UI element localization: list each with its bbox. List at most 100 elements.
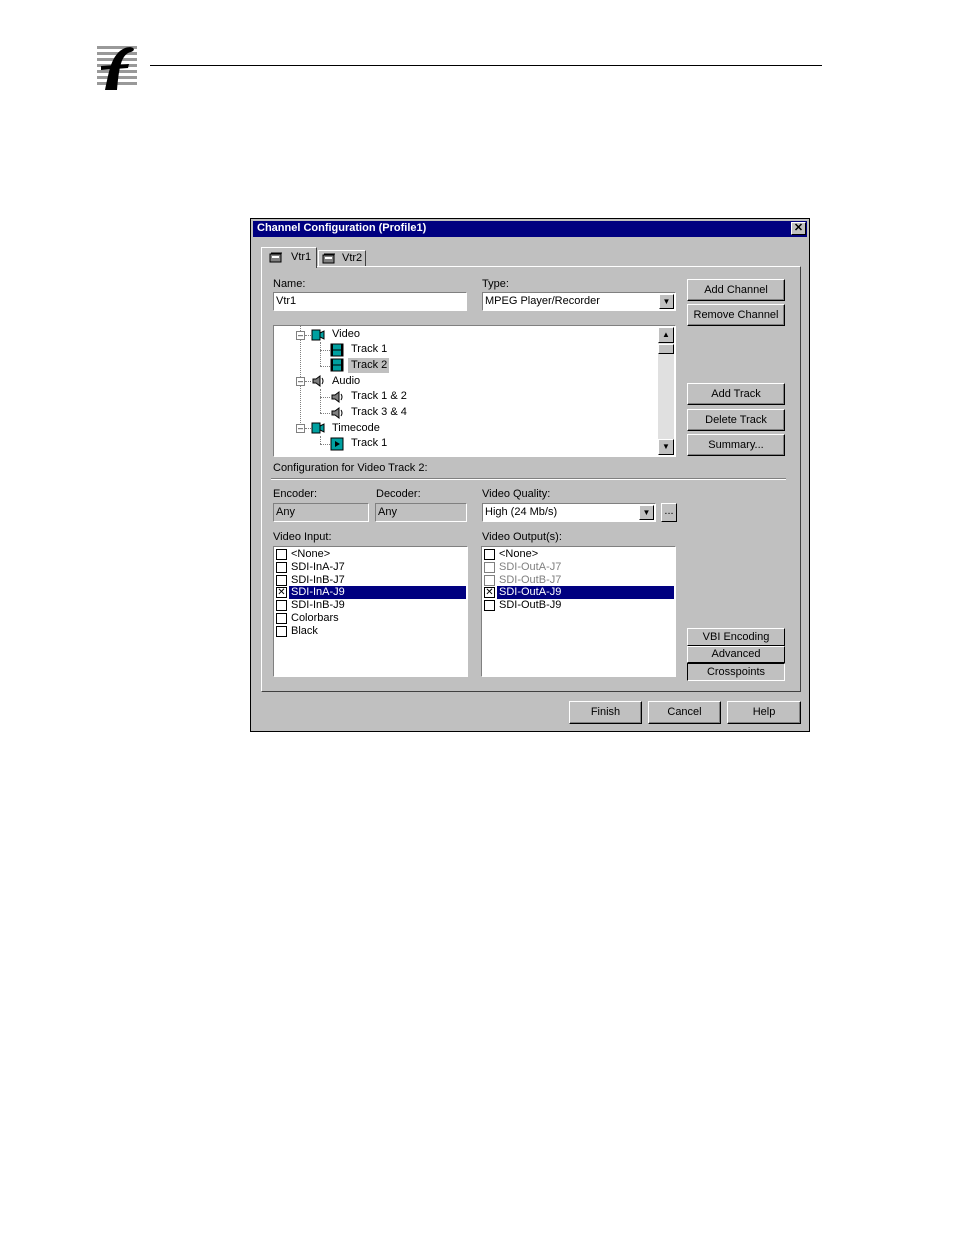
tree-node-video-track-1[interactable]: Track 1 [351, 343, 387, 356]
chevron-down-icon: ▼ [662, 297, 671, 306]
tree-node-audio[interactable]: Audio [332, 375, 360, 388]
chevron-down-icon: ▼ [642, 508, 651, 517]
decoder-field: Any [375, 503, 467, 522]
tree-node-video[interactable]: Video [332, 328, 360, 341]
cancel-label: Cancel [667, 706, 702, 718]
video-input-checkbox-checked[interactable]: ✕ [276, 587, 287, 598]
video-input-item[interactable]: SDI-InA-J7 [291, 561, 345, 574]
video-input-checkbox[interactable] [276, 575, 287, 586]
timecode-icon [311, 421, 325, 440]
type-label: Type: [482, 278, 509, 290]
video-output-item[interactable]: <None> [499, 548, 538, 561]
video-output-checkbox[interactable] [484, 549, 495, 560]
tree-node-timecode-track-1[interactable]: Track 1 [351, 437, 387, 450]
speaker-icon [311, 374, 325, 393]
video-input-checkbox[interactable] [276, 600, 287, 611]
video-output-checkbox-disabled [484, 562, 495, 573]
crosspoints-button[interactable]: Crosspoints [687, 663, 785, 681]
tree-node-audio-track-3-4[interactable]: Track 3 & 4 [351, 406, 407, 419]
tree-collapse-toggle[interactable]: – [296, 424, 305, 433]
add-track-button[interactable]: Add Track [687, 383, 785, 405]
config-heading: Configuration for Video Track 2: [273, 462, 428, 474]
video-output-checkbox-disabled [484, 575, 495, 586]
close-button[interactable]: ✕ [791, 222, 806, 235]
video-input-label: Video Input: [273, 531, 332, 543]
add-track-label: Add Track [711, 388, 761, 400]
quality-more-button[interactable]: ... [661, 503, 677, 522]
tab-vtr2[interactable]: Vtr2 [318, 250, 366, 267]
name-label: Name: [273, 278, 306, 290]
video-input-checkbox[interactable] [276, 562, 287, 573]
dialog-title: Channel Configuration (Profile1) [257, 222, 427, 234]
tree-connector [320, 350, 330, 351]
arrow-down-icon: ▼ [662, 442, 670, 451]
summary-button[interactable]: Summary... [687, 434, 785, 456]
vbi-encoding-button[interactable]: VBI Encoding [687, 628, 785, 646]
tree-node-video-track-2[interactable]: Track 2 [351, 359, 387, 372]
remove-channel-button[interactable]: Remove Channel [687, 304, 785, 326]
advanced-label: Advanced [711, 648, 761, 660]
add-channel-button[interactable]: Add Channel [687, 279, 785, 301]
tree-connector [320, 366, 330, 367]
encoder-label: Encoder: [273, 488, 318, 500]
video-input-item[interactable]: Black [291, 625, 318, 638]
video-output-checkbox[interactable] [484, 600, 495, 611]
add-channel-label: Add Channel [704, 284, 768, 296]
tree-connector [320, 397, 330, 398]
video-output-checkbox-checked[interactable]: ✕ [484, 587, 495, 598]
encoder-field: Any [273, 503, 369, 522]
video-input-checkbox[interactable] [276, 626, 287, 637]
scroll-up-button[interactable]: ▲ [658, 327, 674, 343]
quality-select[interactable]: High (24 Mb/s) ▼ [482, 503, 656, 522]
cancel-button[interactable]: Cancel [648, 701, 721, 724]
timecode-track-icon [330, 437, 344, 456]
quality-label: Video Quality: [482, 488, 551, 500]
video-input-item[interactable]: SDI-InB-J9 [291, 599, 345, 612]
tree-node-timecode[interactable]: Timecode [332, 422, 380, 435]
summary-label: Summary... [708, 439, 764, 451]
decoder-value: Any [378, 506, 397, 518]
type-select[interactable]: MPEG Player/Recorder ▼ [482, 292, 676, 311]
scroll-down-button[interactable]: ▼ [658, 439, 674, 455]
video-input-checkbox[interactable] [276, 549, 287, 560]
close-icon: ✕ [793, 222, 804, 234]
video-input-item[interactable]: Colorbars [291, 612, 339, 625]
advanced-button[interactable]: Advanced [687, 646, 785, 663]
video-input-checkbox[interactable] [276, 613, 287, 624]
decoder-label: Decoder: [376, 488, 421, 500]
header-rule [150, 65, 822, 66]
tab-vtr1[interactable]: Vtr1 [261, 247, 317, 268]
ellipsis-icon: ... [664, 505, 674, 517]
video-input-item-selected[interactable]: SDI-InA-J9 [291, 586, 345, 599]
type-dropdown-button[interactable]: ▼ [659, 294, 674, 309]
name-value: Vtr1 [276, 295, 297, 307]
company-logo [95, 42, 139, 94]
arrow-up-icon: ▲ [662, 330, 670, 339]
tree-scrollbar[interactable]: ▲ ▼ [658, 327, 674, 455]
name-field[interactable]: Vtr1 [273, 292, 467, 311]
delete-track-label: Delete Track [705, 414, 767, 426]
video-input-item[interactable]: <None> [291, 548, 330, 561]
tree-connector [320, 444, 330, 445]
encoder-value: Any [276, 506, 295, 518]
finish-button[interactable]: Finish [569, 701, 642, 724]
tree-collapse-toggle[interactable]: – [296, 377, 305, 386]
tree-collapse-toggle[interactable]: – [296, 331, 305, 340]
tree-connector [320, 413, 330, 414]
crosspoints-label: Crosspoints [706, 666, 766, 678]
video-output-item[interactable]: SDI-OutB-J9 [499, 599, 561, 612]
video-icon [311, 328, 325, 347]
config-separator [271, 478, 786, 480]
quality-dropdown-button[interactable]: ▼ [639, 505, 654, 520]
finish-label: Finish [590, 706, 621, 718]
vtr-icon [269, 252, 283, 266]
video-output-item-disabled: SDI-OutA-J7 [499, 561, 562, 573]
delete-track-button[interactable]: Delete Track [687, 409, 785, 431]
quality-value: High (24 Mb/s) [485, 506, 558, 518]
help-button[interactable]: Help [727, 701, 801, 724]
scroll-thumb[interactable] [658, 344, 674, 354]
tree-node-audio-track-1-2[interactable]: Track 1 & 2 [351, 390, 407, 403]
tab-join [262, 266, 316, 268]
video-output-item-selected[interactable]: SDI-OutA-J9 [499, 586, 561, 599]
video-output-label: Video Output(s): [482, 531, 562, 543]
